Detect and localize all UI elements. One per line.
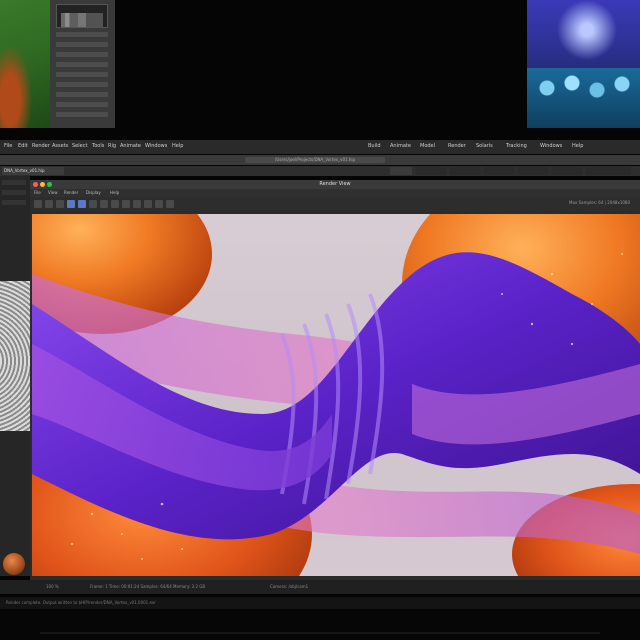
region-icon[interactable] bbox=[45, 200, 53, 208]
panel-row[interactable] bbox=[56, 62, 108, 67]
panel-row[interactable] bbox=[56, 102, 108, 107]
window-titlebar: Render View bbox=[30, 180, 640, 189]
render-button[interactable] bbox=[67, 200, 75, 208]
status-bar: 100 % Frame: 1 Time: 00:01:24 Samples: 6… bbox=[0, 580, 640, 594]
menu-item[interactable]: Tools bbox=[92, 143, 104, 149]
menu-item[interactable]: Help bbox=[572, 143, 583, 149]
menu-item[interactable]: Windows bbox=[145, 143, 167, 149]
render-image[interactable] bbox=[32, 214, 640, 576]
ipr-button[interactable] bbox=[78, 200, 86, 208]
compare-icon[interactable] bbox=[144, 200, 152, 208]
photo-canvas bbox=[0, 0, 50, 128]
menu-item[interactable]: Help bbox=[172, 143, 183, 149]
save-icon[interactable] bbox=[155, 200, 163, 208]
pane-tab[interactable] bbox=[416, 167, 446, 175]
stop-icon[interactable] bbox=[89, 200, 97, 208]
menu-item[interactable]: File bbox=[4, 143, 12, 149]
material-ball-icon[interactable] bbox=[3, 553, 25, 575]
right-monitor-screen bbox=[527, 0, 640, 128]
menu-item[interactable]: Display bbox=[86, 190, 101, 195]
panel-row[interactable] bbox=[56, 92, 108, 97]
channel-icon[interactable] bbox=[100, 200, 108, 208]
camera-icon[interactable] bbox=[34, 200, 42, 208]
menu-item[interactable]: Animate bbox=[390, 143, 411, 149]
render-view-window: Render View File View Render Display Hel… bbox=[30, 180, 640, 580]
zoom-readout[interactable]: 100 % bbox=[46, 584, 59, 589]
panel-row[interactable] bbox=[56, 72, 108, 77]
pane-tab[interactable] bbox=[586, 167, 631, 175]
panel-row[interactable] bbox=[56, 32, 108, 37]
menu-item[interactable]: View bbox=[48, 190, 58, 195]
window-title: Render View bbox=[319, 181, 351, 187]
left-monitor-screen bbox=[0, 0, 115, 128]
menu-item[interactable]: Render bbox=[64, 190, 78, 195]
pane-tab[interactable] bbox=[518, 167, 548, 175]
panel-row[interactable] bbox=[56, 52, 108, 57]
menubar: File Edit Render Assets Select Tools Rig… bbox=[0, 140, 640, 154]
pane-tab[interactable] bbox=[450, 167, 480, 175]
menu-item[interactable]: Model bbox=[420, 143, 435, 149]
console-line: Render complete. Output written to $HIP/… bbox=[0, 597, 640, 609]
sidebar-row[interactable] bbox=[2, 180, 26, 185]
shelf-tab-bar: DNA_Vortex_v01.hip bbox=[0, 166, 640, 176]
pane-tab[interactable] bbox=[552, 167, 582, 175]
menu-item[interactable]: Help bbox=[110, 190, 119, 195]
console-text: Render complete. Output written to $HIP/… bbox=[6, 600, 156, 605]
menu-item[interactable]: Render bbox=[32, 143, 50, 149]
menu-item[interactable]: Edit bbox=[18, 143, 28, 149]
settings-icon[interactable] bbox=[166, 200, 174, 208]
menu-item[interactable]: Select bbox=[72, 143, 87, 149]
sidebar-row[interactable] bbox=[2, 200, 26, 205]
render-view-menu: File View Render Display Help bbox=[30, 189, 640, 197]
bezel-edge bbox=[40, 632, 600, 634]
menu-item[interactable]: Assets bbox=[52, 143, 68, 149]
menu-item[interactable]: Rig bbox=[108, 143, 116, 149]
abstract-ribbon-render bbox=[32, 214, 640, 576]
menu-item[interactable]: Tracking bbox=[506, 143, 527, 149]
exposure-icon[interactable] bbox=[111, 200, 119, 208]
panel-row[interactable] bbox=[56, 82, 108, 87]
pane-tab[interactable] bbox=[484, 167, 514, 175]
snapshot-icon[interactable] bbox=[56, 200, 64, 208]
monitor-bezel bbox=[0, 612, 640, 640]
pane-tabs bbox=[390, 167, 635, 175]
project-path-field[interactable]: /Users/joel/Projects/DNA_Vortex_v01.hip bbox=[245, 157, 385, 163]
mesh-preview bbox=[0, 281, 30, 431]
menu-item[interactable]: Render bbox=[448, 143, 466, 149]
menu-item[interactable]: File bbox=[34, 190, 41, 195]
render-toolbar: Max Samples: 64 | 2048x1080 bbox=[30, 197, 640, 211]
menu-item[interactable]: Animate bbox=[120, 143, 141, 149]
pane-tab[interactable] bbox=[390, 167, 412, 175]
adjustments-panel bbox=[50, 0, 115, 128]
panel-row[interactable] bbox=[56, 112, 108, 117]
histogram bbox=[56, 4, 108, 28]
menu-item[interactable]: Build bbox=[368, 143, 381, 149]
menu-item[interactable]: Windows bbox=[540, 143, 562, 149]
project-title-bar: /Users/joel/Projects/DNA_Vortex_v01.hip bbox=[0, 155, 640, 165]
network-sidebar bbox=[0, 176, 30, 576]
menu-item[interactable]: Solaris bbox=[476, 143, 493, 149]
sidebar-row[interactable] bbox=[2, 190, 26, 195]
lut-icon[interactable] bbox=[133, 200, 141, 208]
crowd-image bbox=[527, 68, 640, 128]
scene-tab[interactable]: DNA_Vortex_v01.hip bbox=[2, 167, 64, 175]
panel-row[interactable] bbox=[56, 42, 108, 47]
render-stats: Frame: 1 Time: 00:01:24 Samples: 64/64 M… bbox=[90, 584, 206, 589]
camera-readout: Camera: /obj/cam1 bbox=[270, 584, 309, 589]
gamma-icon[interactable] bbox=[122, 200, 130, 208]
render-status: Max Samples: 64 | 2048x1080 bbox=[569, 200, 630, 205]
